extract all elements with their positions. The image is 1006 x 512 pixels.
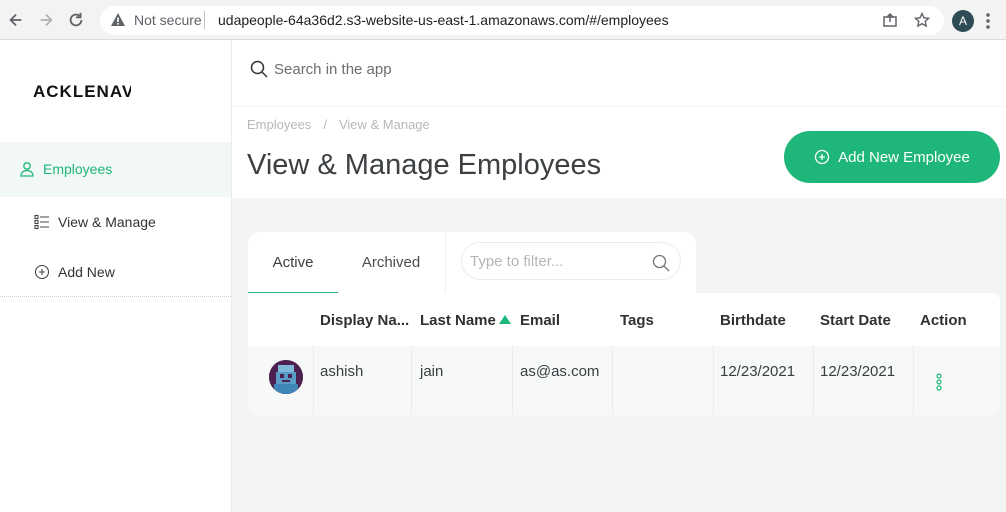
column-header-tags[interactable]: Tags bbox=[620, 312, 654, 329]
warning-icon[interactable] bbox=[110, 12, 126, 28]
cell-start-date: 12/23/2021 bbox=[820, 363, 896, 380]
back-arrow-icon[interactable] bbox=[6, 10, 26, 30]
browser-toolbar: Not secure udapeople-64a36d2.s3-website-… bbox=[0, 0, 1006, 40]
profile-avatar[interactable]: A bbox=[952, 10, 974, 32]
row-actions-menu-icon[interactable] bbox=[935, 373, 943, 391]
column-divider bbox=[313, 346, 314, 415]
column-divider bbox=[713, 346, 714, 415]
filter-input[interactable] bbox=[470, 251, 640, 271]
table-row-background bbox=[248, 346, 1000, 415]
sidebar: ACKLENAV Employees View & Manage Add New bbox=[0, 40, 232, 512]
column-divider bbox=[411, 346, 412, 415]
address-bar[interactable]: Not secure udapeople-64a36d2.s3-website-… bbox=[100, 6, 944, 35]
header-divider bbox=[232, 106, 1006, 107]
breadcrumb-current: View & Manage bbox=[338, 117, 430, 132]
cell-last-name: jain bbox=[420, 363, 444, 380]
breadcrumb-separator: / bbox=[323, 117, 327, 132]
app-search bbox=[250, 58, 774, 80]
list-icon bbox=[34, 214, 49, 230]
sidebar-item-label: View & Manage bbox=[58, 214, 156, 230]
column-header-email[interactable]: Email bbox=[520, 312, 560, 329]
sort-ascending-icon[interactable] bbox=[499, 315, 511, 324]
avatar bbox=[269, 360, 303, 394]
column-divider bbox=[813, 346, 814, 415]
tab-archived[interactable]: Archived bbox=[346, 232, 436, 293]
column-divider bbox=[512, 346, 513, 415]
sidebar-item-label: Add New bbox=[58, 264, 115, 280]
reload-icon[interactable] bbox=[66, 10, 86, 30]
forward-arrow-icon[interactable] bbox=[36, 10, 56, 30]
cell-birthdate: 12/23/2021 bbox=[720, 363, 796, 380]
column-header-start-date[interactable]: Start Date bbox=[820, 312, 891, 329]
security-label[interactable]: Not secure bbox=[134, 12, 202, 28]
tab-divider bbox=[445, 232, 446, 294]
sidebar-item-label: Employees bbox=[43, 161, 113, 177]
column-divider bbox=[612, 346, 613, 415]
sidebar-item-employees[interactable]: Employees bbox=[19, 161, 112, 177]
column-header-birthdate[interactable]: Birthdate bbox=[720, 312, 786, 329]
column-header-last-name[interactable]: Last Name bbox=[420, 312, 496, 329]
breadcrumb: Employees / View & Manage bbox=[247, 117, 430, 132]
star-icon[interactable] bbox=[914, 12, 930, 28]
breadcrumb-link-employees[interactable]: Employees bbox=[247, 117, 311, 132]
employees-table: Display Na... Last Name Email Tags Birth… bbox=[248, 293, 1000, 415]
url-text[interactable]: udapeople-64a36d2.s3-website-us-east-1.a… bbox=[218, 12, 669, 28]
sidebar-item-view-manage[interactable]: View & Manage bbox=[34, 214, 156, 230]
user-icon bbox=[20, 162, 34, 177]
cell-display-name: ashish bbox=[320, 363, 364, 380]
search-input[interactable] bbox=[274, 58, 774, 80]
column-header-action: Action bbox=[920, 312, 967, 329]
tabs-bar: Active Archived bbox=[248, 232, 696, 294]
column-header-display-name[interactable]: Display Na... bbox=[320, 312, 409, 329]
tab-active[interactable]: Active bbox=[248, 232, 338, 293]
page-title: View & Manage Employees bbox=[247, 149, 602, 181]
plus-circle-icon bbox=[34, 264, 50, 280]
column-divider bbox=[913, 346, 914, 415]
search-icon bbox=[250, 60, 268, 78]
app-logo[interactable]: ACKLENAV bbox=[33, 82, 131, 102]
sidebar-divider bbox=[0, 296, 231, 297]
add-button-label: Add New Employee bbox=[838, 148, 970, 166]
share-icon[interactable] bbox=[882, 12, 898, 28]
filter-box bbox=[461, 242, 681, 280]
plus-circle-icon bbox=[814, 149, 830, 165]
browser-menu-icon[interactable] bbox=[984, 11, 992, 31]
sidebar-item-add-new[interactable]: Add New bbox=[34, 264, 115, 280]
add-new-employee-button[interactable]: Add New Employee bbox=[784, 131, 1000, 183]
divider bbox=[204, 11, 205, 29]
search-icon[interactable] bbox=[652, 254, 670, 272]
cell-email: as@as.com bbox=[520, 363, 600, 380]
